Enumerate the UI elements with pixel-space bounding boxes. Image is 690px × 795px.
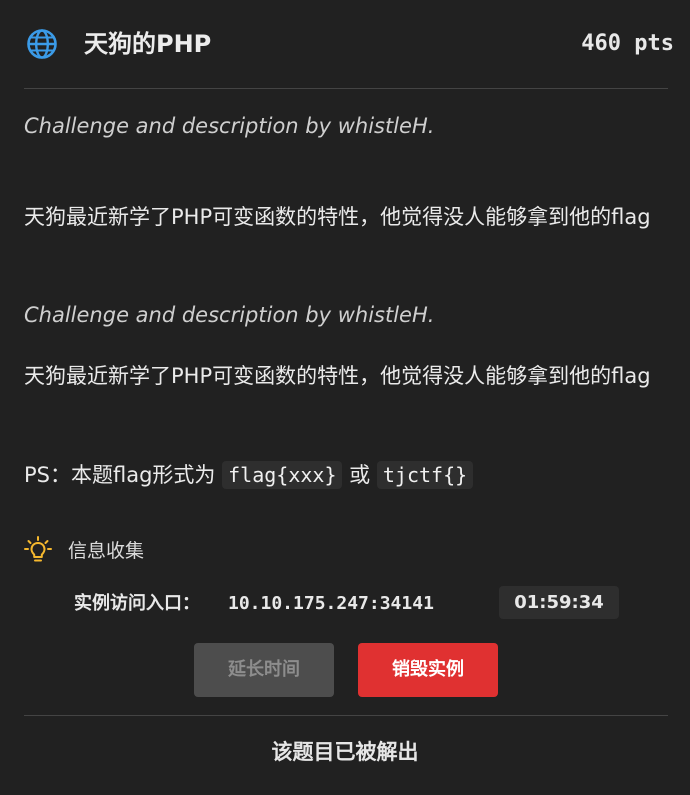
flag-format-prefix: PS：本题flag形式为 [24, 463, 216, 487]
author-credit-1: Challenge and description by whistleH. [24, 114, 435, 138]
flag-format-code-2: tjctf{} [376, 461, 474, 489]
author-credit-2: Challenge and description by whistleH. [24, 303, 435, 327]
header-divider [24, 88, 668, 89]
instance-access-label: 实例访问入口： [74, 593, 200, 614]
flag-format-code-1: flag{xxx} [222, 461, 343, 489]
flag-format-note: PS：本题flag形式为 flag{xxx} 或 tjctf{} [24, 457, 474, 493]
description-text-2: 天狗最近新学了PHP可变函数的特性，他觉得没人能够拿到他的flag [24, 364, 651, 388]
challenge-points: 460 pts [581, 31, 674, 56]
destroy-instance-button[interactable]: 销毁实例 [358, 643, 498, 697]
lightbulb-icon [24, 536, 52, 562]
instance-address[interactable]: 10.10.175.247:34141 [228, 589, 434, 619]
hint-label[interactable]: 信息收集 [68, 537, 144, 565]
footer-divider [24, 715, 668, 716]
challenge-header: 天狗的PHP 460 pts [0, 0, 690, 88]
challenge-card: 天狗的PHP 460 pts Challenge and description… [0, 0, 690, 795]
flag-format-or: 或 [349, 463, 371, 487]
globe-icon [27, 29, 57, 59]
description-text-1: 天狗最近新学了PHP可变函数的特性，他觉得没人能够拿到他的flag [24, 205, 651, 229]
instance-timer: 01:59:34 [499, 586, 619, 619]
challenge-title: 天狗的PHP [84, 30, 212, 58]
solved-status: 该题目已被解出 [271, 740, 419, 764]
extend-time-button[interactable]: 延长时间 [194, 643, 334, 697]
